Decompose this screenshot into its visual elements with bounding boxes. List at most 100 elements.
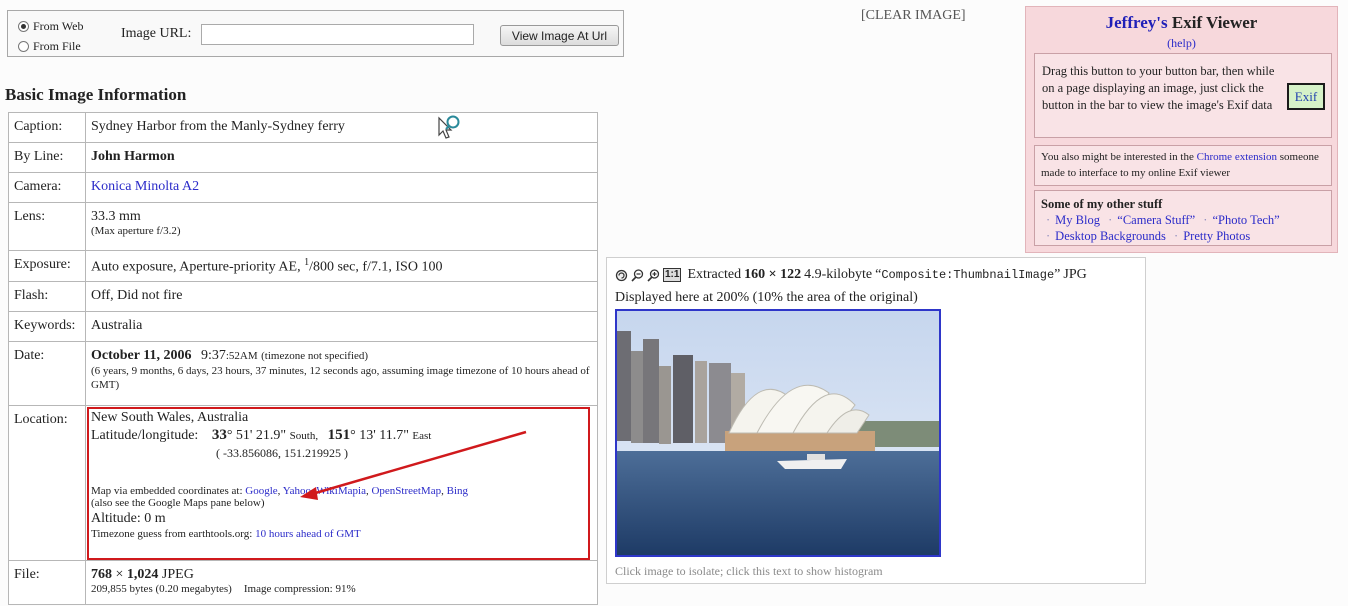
camera-link[interactable]: Konica Minolta A2: [85, 172, 598, 203]
latlon-decimal: ( -33.856086, 151.219925 ): [216, 446, 348, 460]
keywords-value: Australia: [85, 311, 598, 342]
table-row: Date: October 11, 2006 9:37:52AM (timezo…: [8, 341, 598, 406]
thumbnail-panel: 1:1 Extracted 160 × 122 4.9-kilobyte “Co…: [606, 257, 1146, 584]
search-cursor-icon: [438, 115, 460, 139]
row-label: Camera:: [8, 172, 86, 203]
map-link-openstreetmap[interactable]: OpenStreetMap: [371, 485, 441, 497]
file-x: ×: [115, 567, 124, 582]
url-label: Image URL:: [121, 26, 192, 41]
pretty-photos-link[interactable]: Pretty Photos: [1183, 229, 1250, 243]
thumb-dims: 160 × 122: [744, 267, 802, 282]
map-link-yahoo[interactable]: Yahoo: [283, 485, 311, 497]
table-row: Location: New South Wales, Australia Lat…: [8, 405, 598, 561]
extension-pre: You also might be interested in the: [1041, 151, 1194, 163]
location-place: New South Wales, Australia: [91, 410, 249, 425]
other-stuff-title: Some of my other stuff: [1041, 197, 1163, 211]
file-compression: Image compression: 91%: [243, 583, 356, 595]
file-value: 768 × 1,024 JPEG 209,855 bytes (0.20 meg…: [85, 560, 598, 605]
radio-label: From File: [33, 39, 81, 53]
table-row: Flash: Off, Did not fire: [8, 281, 598, 312]
thumbnail-caption[interactable]: Click image to isolate; click this text …: [615, 564, 883, 579]
lon-rest: ° 13' 11.7": [350, 428, 409, 443]
bookmarklet-box: Drag this button to your button bar, the…: [1034, 53, 1332, 138]
chrome-extension-link[interactable]: Chrome extension: [1197, 151, 1277, 163]
timezone-label: Timezone guess from earthtools.org:: [91, 528, 253, 540]
radio-from-file[interactable]: From File: [18, 39, 81, 54]
flash-value: Off, Did not fire: [85, 281, 598, 312]
exif-panel-title: Jeffrey's Exif Viewer: [1026, 13, 1337, 33]
thumb-size: 4.9-kilobyte: [804, 267, 873, 282]
row-label: Keywords:: [8, 311, 86, 342]
thumb-format: JPG: [1063, 267, 1087, 282]
file-height: 1,024: [126, 567, 159, 582]
exposure-post: /800 sec, f/7.1, ISO 100: [309, 259, 443, 275]
row-label: File:: [8, 560, 86, 605]
altitude: Altitude: 0 m: [91, 511, 166, 526]
table-row: Keywords: Australia: [8, 311, 598, 342]
display-note: Displayed here at 200% (10% the area of …: [615, 290, 918, 305]
actual-size-button[interactable]: 1:1: [663, 268, 682, 282]
lat-rest: ° 51' 21.9": [226, 428, 287, 443]
thumbnail-toolbar: 1:1 Extracted 160 × 122 4.9-kilobyte “Co…: [615, 267, 1087, 283]
exif-bookmarklet-button[interactable]: Exif: [1287, 83, 1325, 110]
thumbnail-image[interactable]: [615, 309, 941, 557]
row-label: Date:: [8, 341, 86, 406]
section-title: Basic Image Information: [5, 85, 187, 104]
location-value: New South Wales, Australia Latitude/long…: [85, 405, 598, 561]
time-rest: :52AM: [225, 350, 258, 362]
lat-deg: 33: [211, 427, 227, 443]
lat-dir: South,: [289, 430, 319, 442]
radio-button[interactable]: [18, 21, 29, 32]
table-row: By Line: John Harmon: [8, 142, 598, 173]
lens-value: 33.3 mm (Max aperture f/3.2): [85, 202, 598, 251]
tz-note: (timezone not specified): [261, 350, 369, 362]
clear-image-link[interactable]: [CLEAR IMAGE]: [861, 8, 966, 24]
row-label: Lens:: [8, 202, 86, 251]
extension-box: You also might be interested in the Chro…: [1034, 145, 1332, 186]
rotate-icon[interactable]: [615, 269, 628, 282]
view-image-button[interactable]: View Image At Url: [500, 25, 619, 46]
exposure-pre: Auto exposure, Aperture-priority AE,: [91, 259, 305, 275]
zoom-in-icon[interactable]: [647, 268, 660, 282]
url-input[interactable]: [201, 24, 474, 45]
row-label: By Line:: [8, 142, 86, 173]
byline-value: John Harmon: [85, 142, 598, 173]
row-label: Location:: [8, 405, 86, 561]
time-hm: 9:37: [200, 348, 226, 363]
radio-button[interactable]: [18, 41, 29, 52]
table-row: Lens: 33.3 mm (Max aperture f/3.2): [8, 202, 598, 251]
radio-label: From Web: [33, 19, 84, 33]
date-value: October 11, 2006 9:37:52AM (timezone not…: [85, 341, 598, 406]
table-row: File: 768 × 1,024 JPEG 209,855 bytes (0.…: [8, 560, 598, 605]
thumb-tag: Composite:ThumbnailImage: [881, 268, 1055, 282]
caption-text: Sydney Harbor from the Manly-Sydney ferr…: [91, 119, 345, 134]
table-row: Exposure: Auto exposure, Aperture-priori…: [8, 250, 598, 282]
map-note: (also see the Google Maps pane below): [91, 497, 265, 509]
lens-focal: 33.3 mm: [91, 209, 141, 224]
exif-viewer-panel: Jeffrey's Exif Viewer (help) Drag this b…: [1025, 6, 1338, 253]
map-label: Map via embedded coordinates at:: [91, 485, 243, 497]
camera-stuff-link[interactable]: “Camera Stuff”: [1117, 213, 1195, 227]
zoom-out-icon[interactable]: [631, 268, 644, 282]
table-row: Camera: Konica Minolta A2: [8, 172, 598, 203]
file-format: JPEG: [161, 567, 194, 582]
map-link-google[interactable]: Google: [245, 485, 277, 497]
title-owner: Jeffrey's: [1105, 13, 1168, 32]
row-label: Caption:: [8, 112, 86, 143]
date-ago: (6 years, 9 months, 6 days, 23 hours, 37…: [91, 365, 590, 391]
help-link[interactable]: (help): [1026, 36, 1337, 51]
radio-from-web[interactable]: From Web: [18, 19, 83, 34]
lon-deg: 151: [327, 427, 351, 443]
map-link-bing[interactable]: Bing: [447, 485, 468, 497]
lens-note: (Max aperture f/3.2): [91, 225, 181, 237]
help-link-text[interactable]: (help): [1167, 36, 1196, 50]
map-link-wikimapia[interactable]: WikiMapia: [316, 485, 366, 497]
photo-tech-link[interactable]: “Photo Tech”: [1212, 213, 1279, 227]
map-row: Map via embedded coordinates at: Google,…: [91, 485, 469, 497]
other-stuff-box: Some of my other stuff · My Blog · “Camera…: [1034, 190, 1332, 246]
lon-dir: East: [412, 430, 432, 442]
desktop-backgrounds-link[interactable]: Desktop Backgrounds: [1055, 229, 1166, 243]
my-blog-link[interactable]: My Blog: [1055, 213, 1100, 227]
latlon-row: Latitude/longitude: 33° 51' 21.9" South,…: [91, 427, 592, 444]
timezone-link[interactable]: 10 hours ahead of GMT: [255, 528, 361, 540]
